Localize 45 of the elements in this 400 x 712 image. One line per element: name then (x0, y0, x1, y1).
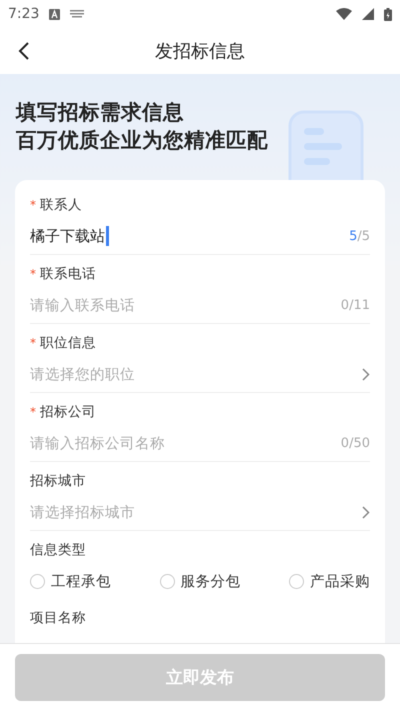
required-asterisk: * (30, 198, 36, 212)
character-counter: 0/11 (340, 298, 370, 312)
field-label: 项目名称 (30, 609, 86, 627)
signal-icon (362, 8, 374, 20)
field-label: 联系电话 (40, 265, 96, 283)
radio-button[interactable] (160, 574, 174, 588)
text-input-field[interactable]: 请输入招标公司名称 0/50 (30, 425, 370, 461)
required-asterisk: * (30, 267, 36, 281)
select-field[interactable]: 请选择您的职位 (30, 356, 370, 392)
radio-option[interactable]: 产品采购 (289, 572, 370, 590)
text-input-field[interactable]: 请输入联系电话 0/11 (30, 287, 370, 323)
input-placeholder: 请输入招标公司名称 (30, 434, 165, 452)
required-asterisk: * (30, 405, 36, 419)
field-label: 信息类型 (30, 541, 86, 559)
status-time: 7:23 (8, 6, 40, 22)
banner-headline: 填写招标需求信息 (16, 99, 185, 126)
radio-button[interactable] (30, 574, 45, 588)
field-label: 招标城市 (30, 472, 86, 490)
banner-subheadline: 百万优质企业为您精准匹配 (16, 127, 269, 154)
keyboard-icon (70, 10, 84, 18)
radio-label: 产品采购 (310, 572, 370, 590)
radio-option[interactable]: 工程承包 (30, 572, 111, 590)
chevron-right-icon (362, 506, 370, 518)
battery-icon (384, 8, 392, 20)
radio-label: 服务分包 (180, 572, 240, 590)
character-counter: 0/50 (340, 436, 370, 450)
input-placeholder: 请输入联系电话 (30, 296, 135, 314)
text-input-field[interactable]: 橘子下载站 5/5 (30, 218, 370, 254)
notification-icon (49, 8, 60, 20)
radio-option[interactable]: 服务分包 (160, 572, 240, 590)
chevron-right-icon (362, 368, 370, 380)
required-asterisk: * (30, 336, 36, 350)
field-label: 职位信息 (40, 334, 96, 352)
character-counter: 5/5 (349, 228, 370, 244)
select-placeholder: 请选择招标城市 (30, 504, 135, 522)
wifi-icon (336, 8, 352, 20)
select-placeholder: 请选择您的职位 (30, 366, 135, 384)
radio-button[interactable] (289, 574, 304, 588)
radio-label: 工程承包 (51, 572, 111, 590)
input-value: 橘子下载站 (30, 226, 105, 246)
field-label: 招标公司 (40, 403, 96, 421)
back-icon[interactable] (18, 42, 30, 60)
page-title: 发招标信息 (155, 40, 245, 63)
select-field[interactable]: 请选择招标城市 (30, 494, 370, 530)
field-label: 联系人 (40, 196, 82, 214)
